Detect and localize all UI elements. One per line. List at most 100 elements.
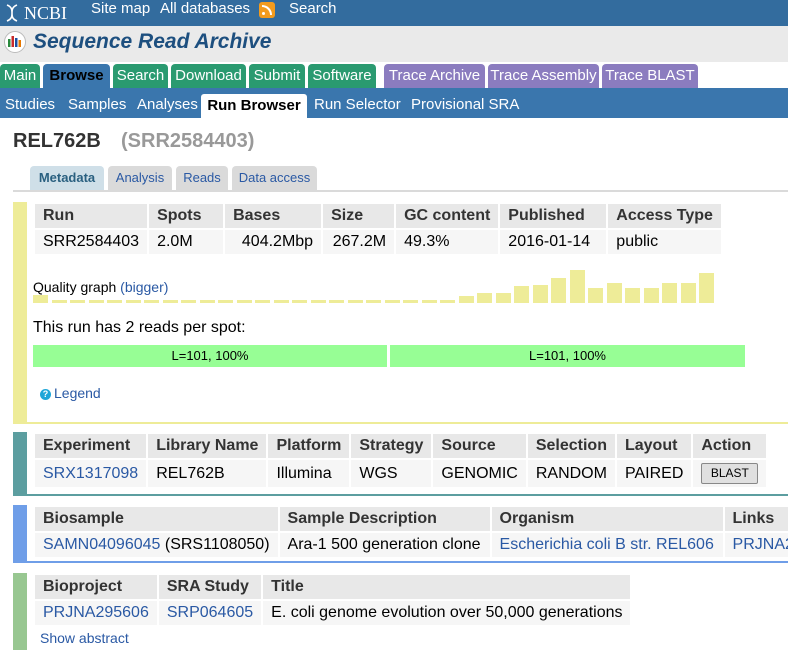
- quality-bar: [52, 300, 67, 303]
- blast-button[interactable]: BLAST: [701, 463, 759, 484]
- biosample-cell: SAMN04096045 (SRS1108050): [35, 533, 278, 557]
- quality-bar: [662, 283, 677, 303]
- size-value: 267.2M: [323, 230, 395, 254]
- ncbi-helix-icon: [6, 4, 18, 22]
- quality-bar: [440, 300, 455, 303]
- help-icon: ?: [40, 389, 51, 400]
- quality-bar: [329, 300, 344, 303]
- page-header-title: Sequence Read Archive: [33, 30, 272, 53]
- biosample-section-bar: [13, 505, 27, 563]
- quality-bar: [644, 288, 659, 303]
- sra-logo-icon: [4, 31, 26, 53]
- spots-value: 2.0M: [149, 230, 224, 254]
- tab-software[interactable]: Software: [308, 64, 376, 88]
- quality-bar: [311, 300, 326, 303]
- sample-description-value: Ara-1 500 generation clone: [279, 533, 490, 557]
- tab-trace-archive[interactable]: Trace Archive: [384, 64, 485, 88]
- subnav-analyses[interactable]: Analyses: [137, 96, 198, 113]
- quality-bar: [588, 288, 603, 303]
- strategy-header: Strategy: [351, 434, 432, 458]
- tab-trace-assembly[interactable]: Trace Assembly: [488, 64, 599, 88]
- quality-bar: [533, 285, 548, 303]
- tab-browse[interactable]: Browse: [43, 64, 110, 88]
- quality-bar: [218, 300, 233, 303]
- sra-study-link[interactable]: SRP064605: [167, 604, 253, 621]
- title-header: Title: [263, 575, 631, 599]
- tab-data-access[interactable]: Data access: [232, 166, 317, 190]
- ncbi-logo-text: NCBI: [24, 2, 68, 23]
- quality-bar: [144, 300, 159, 303]
- quality-bar: [607, 283, 622, 303]
- quality-bar: [237, 300, 252, 303]
- subnav-samples[interactable]: Samples: [68, 96, 126, 113]
- sra-header: Sequence Read Archive: [0, 26, 788, 62]
- ncbi-logo[interactable]: NCBI: [4, 2, 67, 24]
- platform-value: Illumina: [268, 460, 350, 487]
- subnav-run-browser[interactable]: Run Browser: [201, 94, 307, 118]
- read-segment-2: L=101, 100%: [390, 345, 745, 367]
- spots-header: Spots: [149, 204, 224, 228]
- quality-bar: [699, 273, 714, 303]
- tab-submit[interactable]: Submit: [249, 64, 305, 88]
- quality-bar: [681, 283, 696, 303]
- quality-bar: [200, 300, 215, 303]
- quality-bar: [385, 300, 400, 303]
- tab-trace-blast[interactable]: Trace BLAST: [602, 64, 698, 88]
- source-header: Source: [433, 434, 526, 458]
- experiment-section-bottom-line: [27, 494, 788, 496]
- quality-graph-caption: Quality graph (bigger): [33, 279, 171, 295]
- organism-link[interactable]: Escherichia coli B str. REL606: [500, 536, 714, 553]
- sub-navigation: Studies Samples Analyses Run Browser Run…: [0, 88, 788, 118]
- library-name-header: Library Name: [148, 434, 267, 458]
- links-header: Links: [724, 507, 788, 531]
- subnav-provisional-sra[interactable]: Provisional SRA: [411, 96, 519, 113]
- organism-header: Organism: [491, 507, 723, 531]
- quality-bar: [292, 300, 307, 303]
- quality-bar: [625, 288, 640, 303]
- library-name-value: REL762B: [148, 460, 267, 487]
- legend-link[interactable]: ? Legend: [40, 385, 101, 401]
- strategy-value: WGS: [351, 460, 432, 487]
- run-value: SRR2584403: [35, 230, 148, 254]
- tab-reads[interactable]: Reads: [176, 166, 228, 190]
- published-header: Published: [500, 204, 607, 228]
- biosample-table-clip: Biosample Sample Description Organism Li…: [33, 505, 788, 563]
- biosample-link[interactable]: SAMN04096045: [43, 536, 160, 553]
- all-databases-link[interactable]: All databases: [160, 0, 250, 17]
- access-type-value: public: [608, 230, 721, 254]
- bases-header: Bases: [225, 204, 322, 228]
- experiment-link[interactable]: SRX1317098: [43, 465, 138, 482]
- tab-metadata[interactable]: Metadata: [30, 166, 104, 190]
- quality-graph-bigger-link[interactable]: (bigger): [120, 279, 168, 295]
- sra-study-header: SRA Study: [158, 575, 262, 599]
- quality-bar: [255, 300, 270, 303]
- run-table: Run Spots Bases Size GC content Publishe…: [33, 202, 723, 256]
- subnav-studies[interactable]: Studies: [5, 96, 55, 113]
- tab-search[interactable]: Search: [113, 64, 168, 88]
- subnav-run-selector[interactable]: Run Selector: [314, 96, 401, 113]
- read-segment-1: L=101, 100%: [33, 345, 387, 367]
- tab-underline: [13, 190, 788, 192]
- bioproject-section-bar: [13, 573, 27, 650]
- quality-bar: [126, 300, 141, 303]
- published-value: 2016-01-14: [500, 230, 607, 254]
- site-map-link[interactable]: Site map: [91, 0, 150, 17]
- tab-download[interactable]: Download: [171, 64, 246, 88]
- legend-link-label[interactable]: Legend: [54, 385, 101, 401]
- bioproject-link[interactable]: PRJNA295606: [43, 604, 149, 621]
- show-abstract-link[interactable]: Show abstract: [40, 630, 129, 646]
- quality-bar: [163, 300, 178, 303]
- rss-icon[interactable]: [259, 2, 275, 18]
- tab-analysis[interactable]: Analysis: [108, 166, 172, 190]
- sra-sample-id: (SRS1108050): [164, 536, 270, 553]
- search-link[interactable]: Search: [289, 0, 337, 17]
- selection-value: RANDOM: [527, 460, 615, 487]
- quality-bar: [181, 300, 196, 303]
- quality-bar: [496, 293, 511, 303]
- run-section-bar: [13, 202, 27, 424]
- source-value: GENOMIC: [433, 460, 526, 487]
- gc-content-header: GC content: [396, 204, 499, 228]
- links-link[interactable]: PRJNA2: [733, 536, 788, 553]
- bioproject-header: Bioproject: [35, 575, 157, 599]
- tab-main[interactable]: Main: [0, 64, 40, 88]
